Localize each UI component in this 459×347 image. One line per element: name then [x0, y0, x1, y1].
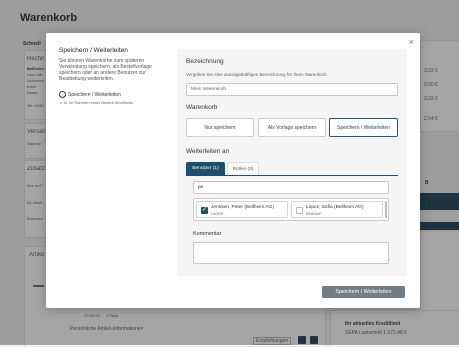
user-card-lopez[interactable]: Lopez, Sofia (Bellheim AG) EINKAUF [291, 201, 383, 218]
user-name: Lopez, Sofia (Bellheim AG) [306, 205, 364, 210]
workflow-step-label: Speichern / Weiterleiten [68, 91, 121, 98]
modal-left-title: Speichern / Weiterleiten [59, 47, 128, 54]
save-as-template-button[interactable]: Als Vorlage speichern [258, 118, 326, 137]
save-forward-option-button[interactable]: Speichern / Weiterleiten [329, 118, 398, 137]
tab-rollen[interactable]: Rollen (0) [227, 162, 259, 175]
tab-underline [186, 175, 398, 176]
close-icon[interactable]: × [409, 37, 414, 47]
checkbox-unchecked[interactable] [296, 207, 303, 214]
save-forward-submit-button[interactable]: Speichern / Weiterleiten [322, 286, 405, 298]
user-name: Jenssen, Peter (Bellheim AG) [211, 205, 274, 210]
user-role: EINKAUF [306, 212, 322, 216]
modal-info-column: Speichern / Weiterleiten Sie können Ware… [59, 47, 169, 105]
user-list-scrollbar[interactable] [385, 201, 387, 218]
kommentar-label: Kommentar [193, 231, 222, 237]
kommentar-textarea[interactable] [193, 242, 389, 264]
user-search-input[interactable]: pe [193, 181, 389, 194]
user-role: LAGER [211, 212, 224, 216]
weiterleiten-label: Weiterleiten an [186, 148, 230, 155]
warenkorb-label: Warenkorb [186, 104, 218, 111]
user-results-list[interactable]: ✓ Jenssen, Peter (Bellheim AG) LAGER Lop… [193, 198, 389, 221]
bezeichnung-input[interactable]: Mein Warenkorb [186, 83, 398, 96]
bezeichnung-label: Bezeichnung [186, 58, 224, 65]
info-icon: i [59, 91, 66, 98]
modal-left-description: Sie können Warenkörbe zum späteren Verwe… [59, 58, 152, 82]
only-save-button[interactable]: Nur speichern [186, 118, 254, 137]
tab-benutzer[interactable]: Benutzer (1) [186, 162, 225, 175]
workflow-step-sub: z. B. im Rahmen eines Bestell-Workflows [60, 100, 134, 105]
workflow-step: i Speichern / Weiterleiten [59, 91, 169, 98]
checkbox-checked[interactable]: ✓ [201, 207, 208, 214]
bezeichnung-hint: Vergeben Sie eine aussagekräftigen Bezei… [186, 72, 327, 77]
user-card-jenssen[interactable]: ✓ Jenssen, Peter (Bellheim AG) LAGER [196, 201, 288, 218]
